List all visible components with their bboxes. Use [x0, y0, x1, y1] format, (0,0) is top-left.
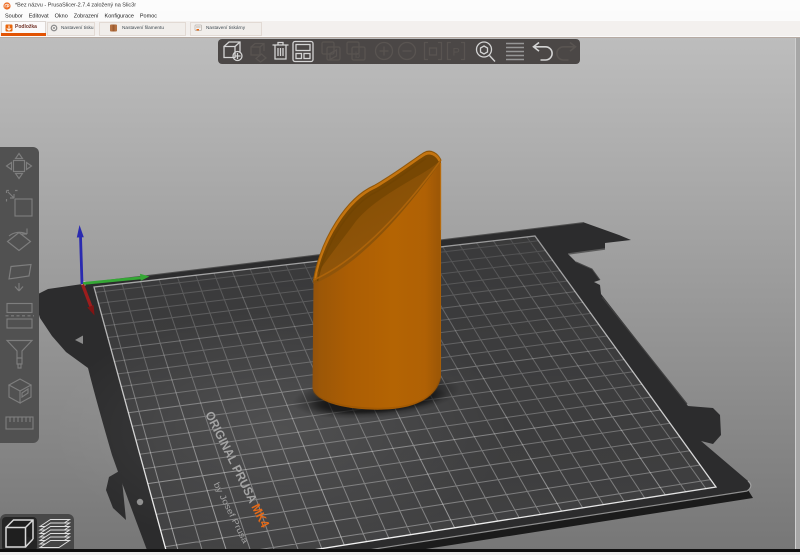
svg-text:P: P [453, 46, 460, 58]
svg-text:b: b [355, 50, 360, 60]
